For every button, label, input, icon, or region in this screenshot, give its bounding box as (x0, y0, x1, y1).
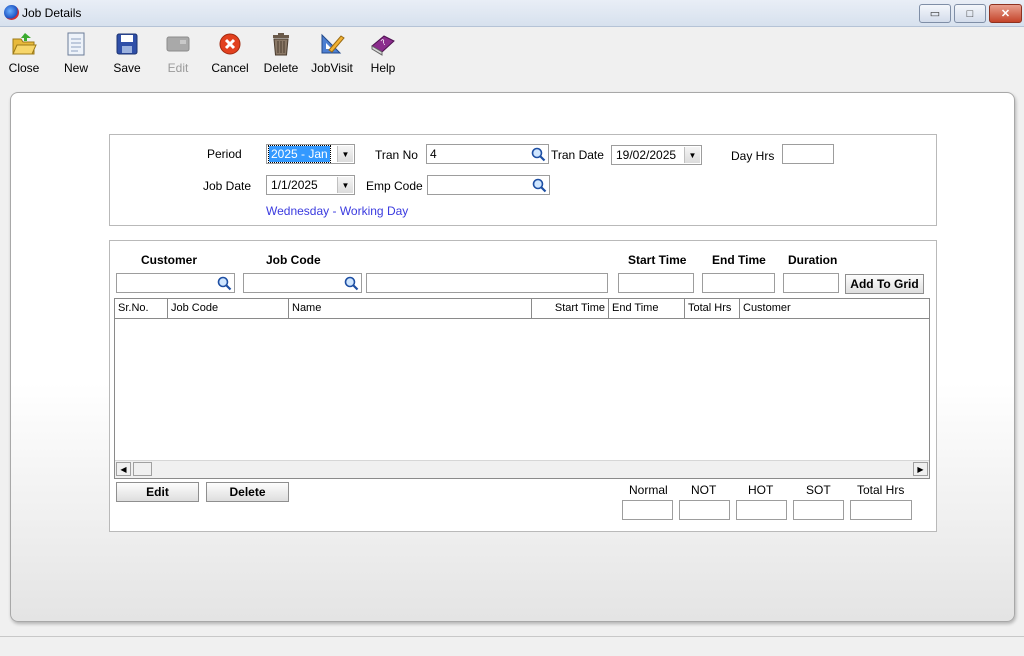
column-header-totalhrs[interactable]: Total Hrs (685, 299, 740, 318)
chevron-down-icon[interactable]: ▼ (684, 147, 700, 163)
trandate-picker[interactable]: 19/02/2025 ▼ (611, 145, 702, 165)
chevron-down-icon[interactable]: ▼ (337, 177, 353, 193)
scroll-right-icon[interactable]: ▶ (913, 462, 928, 476)
edit-row-button[interactable]: Edit (116, 482, 199, 502)
cancel-tool-label: Cancel (211, 61, 249, 75)
cancel-icon (217, 31, 243, 57)
edit-tool-label: Edit (167, 61, 189, 75)
scroll-left-icon[interactable]: ◀ (116, 462, 131, 476)
column-header-name[interactable]: Name (289, 299, 532, 318)
hot-hrs-field[interactable] (736, 500, 787, 520)
empcode-label: Emp Code (366, 179, 423, 193)
app-icon (4, 5, 19, 20)
maximize-button[interactable]: □ (954, 4, 986, 23)
column-header-customer[interactable]: Customer (740, 299, 929, 318)
starttime-field[interactable] (618, 273, 694, 293)
new-tool-button[interactable]: New (58, 31, 94, 75)
not-hrs-field[interactable] (679, 500, 730, 520)
normal-label: Normal (629, 483, 668, 497)
grid-header: Sr.No. Job Code Name Start Time End Time… (115, 299, 929, 319)
edit-icon (165, 31, 191, 57)
horizontal-scrollbar[interactable]: ◀ ▶ (115, 460, 929, 478)
new-document-icon (63, 31, 89, 57)
duration-label: Duration (788, 253, 838, 267)
customer-label: Customer (141, 253, 198, 267)
new-tool-label: New (63, 61, 88, 75)
delete-tool-label: Delete (263, 61, 299, 75)
trandate-value: 19/02/2025 (616, 148, 677, 162)
endtime-field[interactable] (702, 273, 775, 293)
jobdate-value: 1/1/2025 (271, 178, 318, 192)
search-icon[interactable] (530, 146, 547, 162)
save-tool-button[interactable]: Save (109, 31, 145, 75)
column-header-endtime[interactable]: End Time (609, 299, 685, 318)
period-select[interactable]: 2025 - Jan ▼ (266, 144, 355, 164)
close-window-button[interactable]: ✕ (989, 4, 1022, 23)
trash-bin-icon (268, 31, 294, 57)
close-tool-button[interactable]: Close (6, 31, 42, 75)
save-tool-label: Save (113, 61, 141, 75)
sot-hrs-field[interactable] (793, 500, 844, 520)
folder-open-icon (11, 31, 37, 57)
cancel-tool-button[interactable]: Cancel (209, 31, 251, 75)
trandate-label: Tran Date (551, 148, 604, 162)
jobcode-label: Job Code (266, 253, 321, 267)
job-name-field[interactable] (366, 273, 608, 293)
tranno-field[interactable]: 4 (426, 144, 549, 164)
total-hrs-field[interactable] (850, 500, 912, 520)
hot-label: HOT (748, 483, 774, 497)
jobvisit-tool-button[interactable]: JobVisit (309, 31, 355, 75)
dayhrs-label: Day Hrs (731, 149, 775, 163)
starttime-label: Start Time (628, 253, 687, 267)
chevron-down-icon[interactable]: ▼ (337, 146, 353, 162)
help-tool-button[interactable]: ? Help (366, 31, 400, 75)
delete-row-button[interactable]: Delete (206, 482, 289, 502)
search-icon[interactable] (531, 177, 548, 193)
add-to-grid-button[interactable]: Add To Grid (845, 274, 924, 294)
save-disk-icon (114, 31, 140, 57)
total-hrs-label: Total Hrs (857, 483, 905, 497)
window-title: Job Details (22, 6, 82, 20)
empcode-field[interactable] (427, 175, 550, 195)
search-icon[interactable] (216, 275, 233, 291)
jobcode-field[interactable] (243, 273, 362, 293)
customer-field[interactable] (116, 273, 235, 293)
delete-tool-button[interactable]: Delete (261, 31, 301, 75)
minimize-button[interactable]: ▭ (919, 4, 951, 23)
jobdate-label: Job Date (203, 179, 252, 193)
help-tool-label: Help (370, 61, 396, 75)
period-label: Period (207, 147, 242, 161)
sot-label: SOT (806, 483, 831, 497)
column-header-srno[interactable]: Sr.No. (115, 299, 168, 318)
tranno-label: Tran No (375, 148, 418, 162)
endtime-label: End Time (712, 253, 766, 267)
tranno-value: 4 (430, 147, 437, 161)
help-book-icon: ? (370, 31, 396, 57)
column-header-starttime[interactable]: Start Time (532, 299, 609, 318)
day-status-text: Wednesday - Working Day (266, 204, 409, 218)
status-bar (0, 636, 1024, 656)
job-grid[interactable]: Sr.No. Job Code Name Start Time End Time… (114, 298, 930, 479)
scrollbar-thumb[interactable] (133, 462, 152, 476)
close-tool-label: Close (8, 61, 40, 75)
period-value: 2025 - Jan (268, 145, 331, 163)
column-header-jobcode[interactable]: Job Code (168, 299, 289, 318)
jobdate-picker[interactable]: 1/1/2025 ▼ (266, 175, 355, 195)
edit-tool-button[interactable]: Edit (160, 31, 196, 75)
toolbar: Close New Save Edit Cancel Delete JobVis… (0, 27, 1024, 81)
duration-field[interactable] (783, 273, 839, 293)
ruler-pencil-icon (319, 31, 345, 57)
jobvisit-tool-label: JobVisit (311, 61, 353, 75)
normal-hrs-field[interactable] (622, 500, 673, 520)
dayhrs-field[interactable] (782, 144, 834, 164)
search-icon[interactable] (343, 275, 360, 291)
not-label: NOT (691, 483, 717, 497)
title-bar: Job Details ▭ □ ✕ (0, 0, 1024, 27)
